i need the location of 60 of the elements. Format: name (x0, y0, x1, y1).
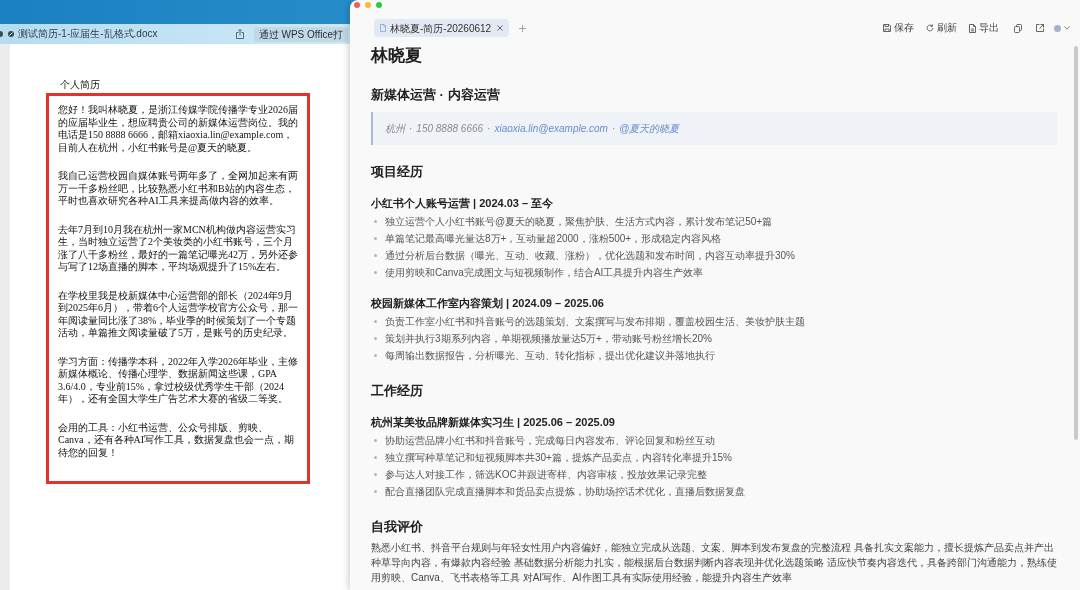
save-button[interactable]: 保存 (880, 20, 917, 36)
bullet-icon (374, 237, 377, 240)
bullet-text: 使用剪映和Canva完成图文与短视频制作，结合AI工具提升内容生产效率 (385, 266, 704, 280)
bullet-icon (374, 439, 377, 442)
section-heading: 自我评价 (371, 518, 424, 536)
entry-heading: 杭州某美妆品牌新媒体实习生 | 2025.06 – 2025.09 (371, 415, 616, 430)
bullet-icon (374, 271, 377, 274)
window-zoom-icon[interactable] (376, 2, 382, 8)
bullet-text: 单篇笔记最高曝光量达8万+，互动量超2000，涨粉500+，形成稳定内容风格 (385, 232, 722, 246)
entry-heading: 小红书个人账号运营 | 2024.03 – 至今 (371, 196, 555, 211)
window-title: 测试简历-1-应届生-乱格式.docx (18, 28, 158, 40)
bullet-icon (374, 320, 377, 323)
resume-paragraph: 学习方面：传播学本科，2022年入学2026年毕业，主修新媒体概论、传播心理学、数据新闻这些课，GPA 3.6/4.0，专业前15%，拿过校级优秀学生干部（2024年），还有全国大学生广告艺术大赛的省级二等奖。 (58, 355, 298, 406)
scrollbar-thumb[interactable] (1074, 46, 1078, 440)
document-icon (969, 23, 976, 33)
chevron-down-icon[interactable] (1064, 26, 1070, 30)
resume-paragraph: 您好！我叫林晓夏，是浙江传媒学院传播学专业2026届的应届毕业生，想应聘贵公司的新媒体运营岗位。我的电话是150 8888 6666，邮箱xiaoxia.lin@example.com，目前人在杭州，小红书账号是@夏天的晓夏。 (58, 104, 298, 154)
bullet-text: 负责工作室小红书和抖音账号的选题策划、文案撰写与发布排期，覆盖校园生活、美妆护肤主题 (385, 315, 805, 329)
bullet-text: 独立运营个人小红书账号@夏天的晓夏，聚焦护肤、生活方式内容，累计发布笔记50+篇 (385, 215, 773, 229)
entry-heading: 校园新媒体工作室内容策划 | 2024.09 – 2025.06 (371, 296, 605, 311)
bullet-icon (374, 254, 377, 257)
bullet-text: 协助运营品牌小红书和抖音账号，完成每日内容发布、评论回复和粉丝互动 (385, 434, 715, 448)
bullet-text: 策划并执行3期系列内容，单期视频播放量达5万+，带动账号粉丝增长20% (385, 332, 712, 346)
resume-paragraph: 去年7月到10月我在杭州一家MCN机构做内容运营实习生，当时独立运营了2个美妆类的小红书账号，三个月涨了八千多粉丝，最好的一篇笔记曝光42万，另外还参与写了12场直播的脚本，平均场观提升了15%左右。 (58, 223, 298, 274)
export-button[interactable]: 导出 (966, 20, 1002, 36)
section-heading: 工作经历 (371, 382, 424, 400)
bullet-text: 通过分析后台数据（曝光、互动、收藏、涨粉），优化选题和发布时间，内容互动率提升30% (385, 249, 795, 263)
floppy-disk-icon (883, 24, 891, 32)
open-in-app-button[interactable]: 通过 WPS Office打 (253, 26, 348, 42)
resume-paragraph: 会用的工具：小红书运营、公众号排版、剪映、Canva，还有各种AI写作工具，数据复盘也会一点，期待您的回复！ (58, 421, 296, 459)
bullet-icon (374, 220, 377, 223)
bullet-icon (374, 354, 377, 357)
refresh-button[interactable]: 刷新 (923, 20, 960, 36)
plus-icon[interactable] (519, 24, 527, 32)
window-close-icon[interactable] (354, 2, 360, 8)
external-link-icon[interactable] (1036, 24, 1044, 32)
resume-paragraph: 在学校里我是校新媒体中心运营部的部长（2024年9月到2025年6月），带着6个人运营学校官方公众号，那一年阅读量同比涨了38%，毕业季的时候策划了一个专题活动，单篇推文阅读量破了5万，是账号的历史纪录。 (58, 289, 298, 340)
document-icon (380, 24, 386, 32)
circle-slash-icon[interactable] (8, 31, 14, 37)
bullet-text: 配合直播团队完成直播脚本和货品卖点提炼，协助场控话术优化，直播后数据复盘 (385, 485, 745, 499)
resume-subtitle: 新媒体运营 · 内容运营 (371, 86, 501, 104)
bullet-text: 参与达人对接工作，筛选KOC并跟进寄样、内容审核，投放效果记录完整 (385, 468, 707, 482)
bullet-text: 每周输出数据报告，分析曝光、互动、转化指标，提出优化建议并落地执行 (385, 349, 715, 363)
share-icon[interactable] (235, 29, 244, 39)
copy-icon[interactable] (1014, 23, 1022, 33)
section-heading: 项目经历 (371, 163, 424, 181)
document-tab[interactable]: 林晓夏-简历-20260612 (374, 19, 510, 37)
bullet-icon (374, 456, 377, 459)
resume-paragraph: 我自己运营校园自媒体账号两年多了，全网加起来有两万一千多粉丝吧，比较熟悉小红书和B站的内容生态，平时也喜欢研究各种AI工具来提高做内容的效率。 (58, 170, 298, 208)
resume-name: 林晓夏 (371, 45, 423, 67)
avatar-icon[interactable] (1054, 24, 1061, 32)
bullet-text: 独立撰写种草笔记和短视频脚本共30+篇，提炼产品卖点，内容转化率提升15% (385, 451, 732, 465)
bullet-icon (374, 490, 377, 493)
bullet-icon (374, 473, 377, 476)
contact-line: 杭州 · 150 8888 6666 · xiaoxia.lin@example.com · @夏天的晓夏 (385, 122, 681, 136)
close-icon[interactable] (497, 25, 504, 31)
bullet-icon (374, 337, 377, 340)
refresh-icon (926, 24, 934, 32)
self-evaluation-text: 熟悉小红书、抖音平台规则与年轻女性用户内容偏好，能独立完成从选题、文案、脚本到发布复盘的完整流程 具备扎实文案能力，擅长提炼产品卖点并产出种草导向内容，有爆款内容经验 基础数据分析能力扎实，能根据后台数据判断内容表现并优化选题策略 适应快节奏内容迭代，具备跨部门沟通能力，熟练使用剪映、Canva、飞书表格等工具 对AI写作、AI作图工具有实际使用经验，能提升内容生产效率 (371, 541, 1057, 585)
document-heading: 个人简历 (60, 79, 101, 91)
